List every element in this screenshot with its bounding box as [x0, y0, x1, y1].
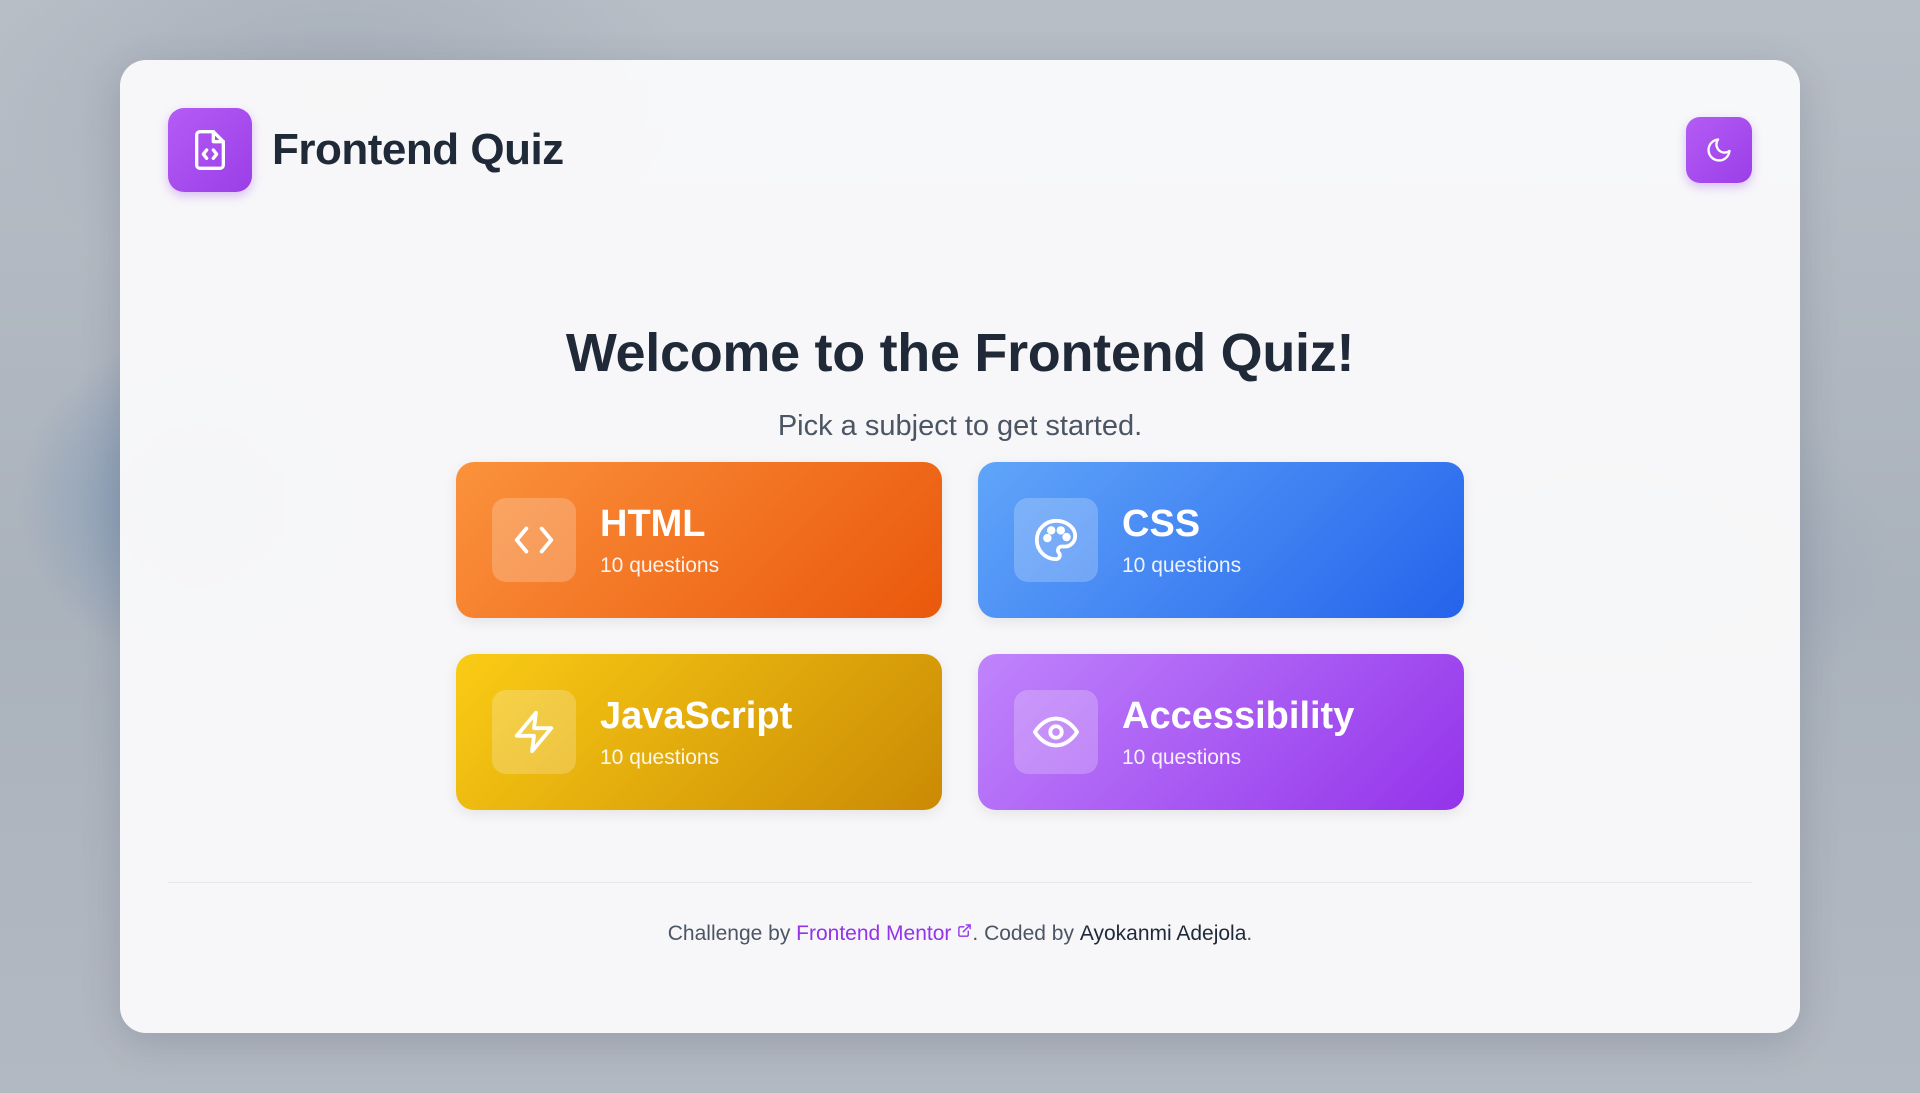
subject-question-count: 10 questions	[1122, 746, 1242, 769]
footer-suffix: .	[1246, 922, 1253, 945]
brand: Frontend Quiz	[168, 108, 564, 192]
external-link-icon	[958, 924, 972, 937]
moon-icon	[1707, 138, 1731, 162]
footer: Challenge by Frontend Mentor . Coded by A…	[120, 922, 1800, 946]
footer-middle: . Coded by	[972, 922, 1080, 945]
file-code-icon	[168, 108, 252, 192]
subject-question-count: 10 questions	[600, 554, 720, 577]
quiz-card: Frontend Quiz Welcome to the Frontend Qu…	[120, 60, 1800, 1033]
subject-card-html[interactable]: HTML 10 questions	[456, 462, 942, 618]
frontend-mentor-link[interactable]: Frontend Mentor	[796, 922, 972, 945]
page-title: Welcome to the Frontend Quiz!	[565, 323, 1355, 383]
author-name: Ayokanmi Adejola	[1079, 922, 1247, 945]
theme-toggle-button[interactable]	[1686, 117, 1752, 183]
subject-card-accessibility[interactable]: Accessibility 10 questions	[978, 654, 1464, 810]
subject-name: JavaScript	[600, 695, 793, 737]
palette-icon	[1014, 498, 1098, 582]
subject-name: Accessibility	[1122, 695, 1355, 737]
subject-name: HTML	[600, 503, 706, 545]
page-subtitle: Pick a subject to get started.	[777, 410, 1143, 442]
footer-prefix: Challenge by	[667, 922, 797, 945]
subject-question-count: 10 questions	[1122, 554, 1242, 577]
app-title: Frontend Quiz	[272, 125, 564, 174]
eye-icon	[1014, 690, 1098, 774]
code-icon	[492, 498, 576, 582]
subject-card-css[interactable]: CSS 10 questions	[978, 462, 1464, 618]
subject-card-javascript[interactable]: JavaScript 10 questions	[456, 654, 942, 810]
footer-divider	[168, 882, 1752, 883]
frontend-mentor-link-text: Frontend Mentor	[796, 922, 952, 945]
subject-name: CSS	[1122, 503, 1201, 545]
lightning-icon	[492, 690, 576, 774]
subject-question-count: 10 questions	[600, 746, 720, 769]
